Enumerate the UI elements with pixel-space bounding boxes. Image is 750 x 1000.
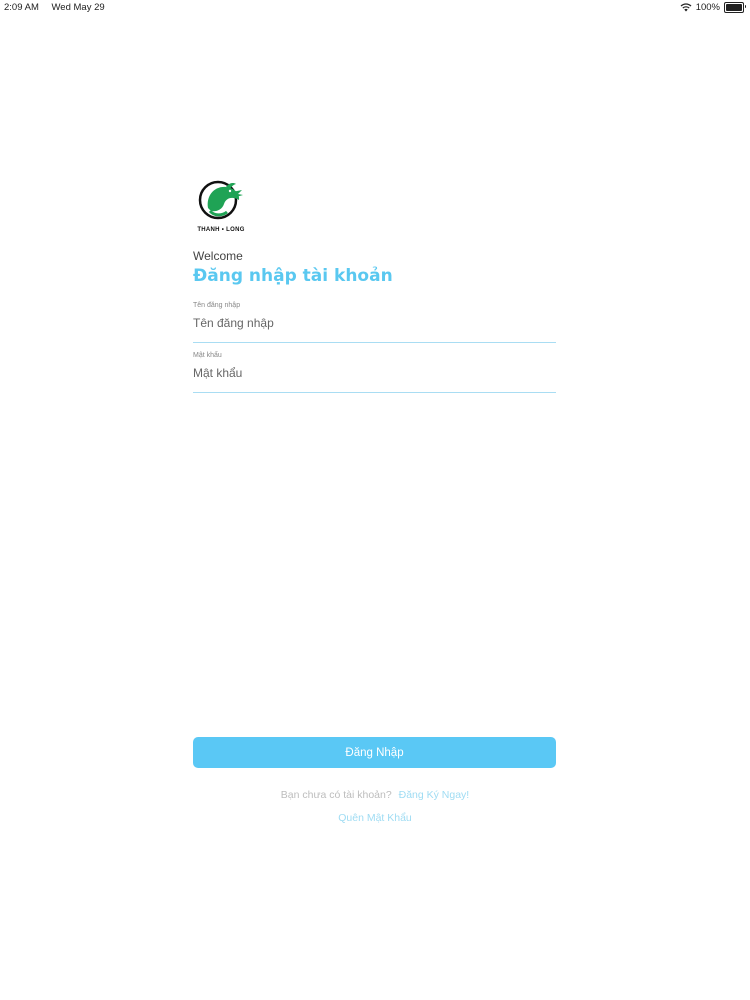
password-label: Mật khẩu <box>193 352 222 359</box>
status-bar: 2:09 AM Wed May 29 100% <box>0 0 750 16</box>
status-time: 2:09 AM <box>4 2 39 13</box>
status-left: 2:09 AM Wed May 29 <box>4 2 115 13</box>
signup-row: Bạn chưa có tài khoản? Đăng Ký Ngay! <box>0 789 750 801</box>
password-input[interactable] <box>193 366 556 380</box>
signup-prompt: Bạn chưa có tài khoản? <box>280 789 392 801</box>
status-right: 100% <box>680 2 746 13</box>
logo-graphic <box>198 180 243 220</box>
username-field[interactable]: Tên đăng nhập <box>193 298 556 343</box>
wifi-icon <box>680 3 692 12</box>
dragon-logo-icon: THANH • LONG <box>196 178 246 233</box>
status-date: Wed May 29 <box>51 2 105 13</box>
welcome-text: Welcome <box>193 249 243 263</box>
battery-icon <box>724 2 746 13</box>
username-input[interactable] <box>193 316 556 330</box>
forgot-password-link[interactable]: Quên Mật Khẩu <box>0 812 750 824</box>
login-button[interactable]: Đăng Nhập <box>193 737 556 768</box>
login-form: THANH • LONG Welcome Đăng nhập tài khoản… <box>193 178 556 393</box>
username-label: Tên đăng nhập <box>193 302 241 309</box>
signup-link[interactable]: Đăng Ký Ngay! <box>399 789 470 801</box>
battery-fill <box>726 4 742 11</box>
password-field[interactable]: Mật khẩu <box>193 348 556 393</box>
page-title: Đăng nhập tài khoản <box>193 266 393 286</box>
battery-percent: 100% <box>695 2 720 13</box>
logo-text: THANH • LONG <box>197 227 245 233</box>
